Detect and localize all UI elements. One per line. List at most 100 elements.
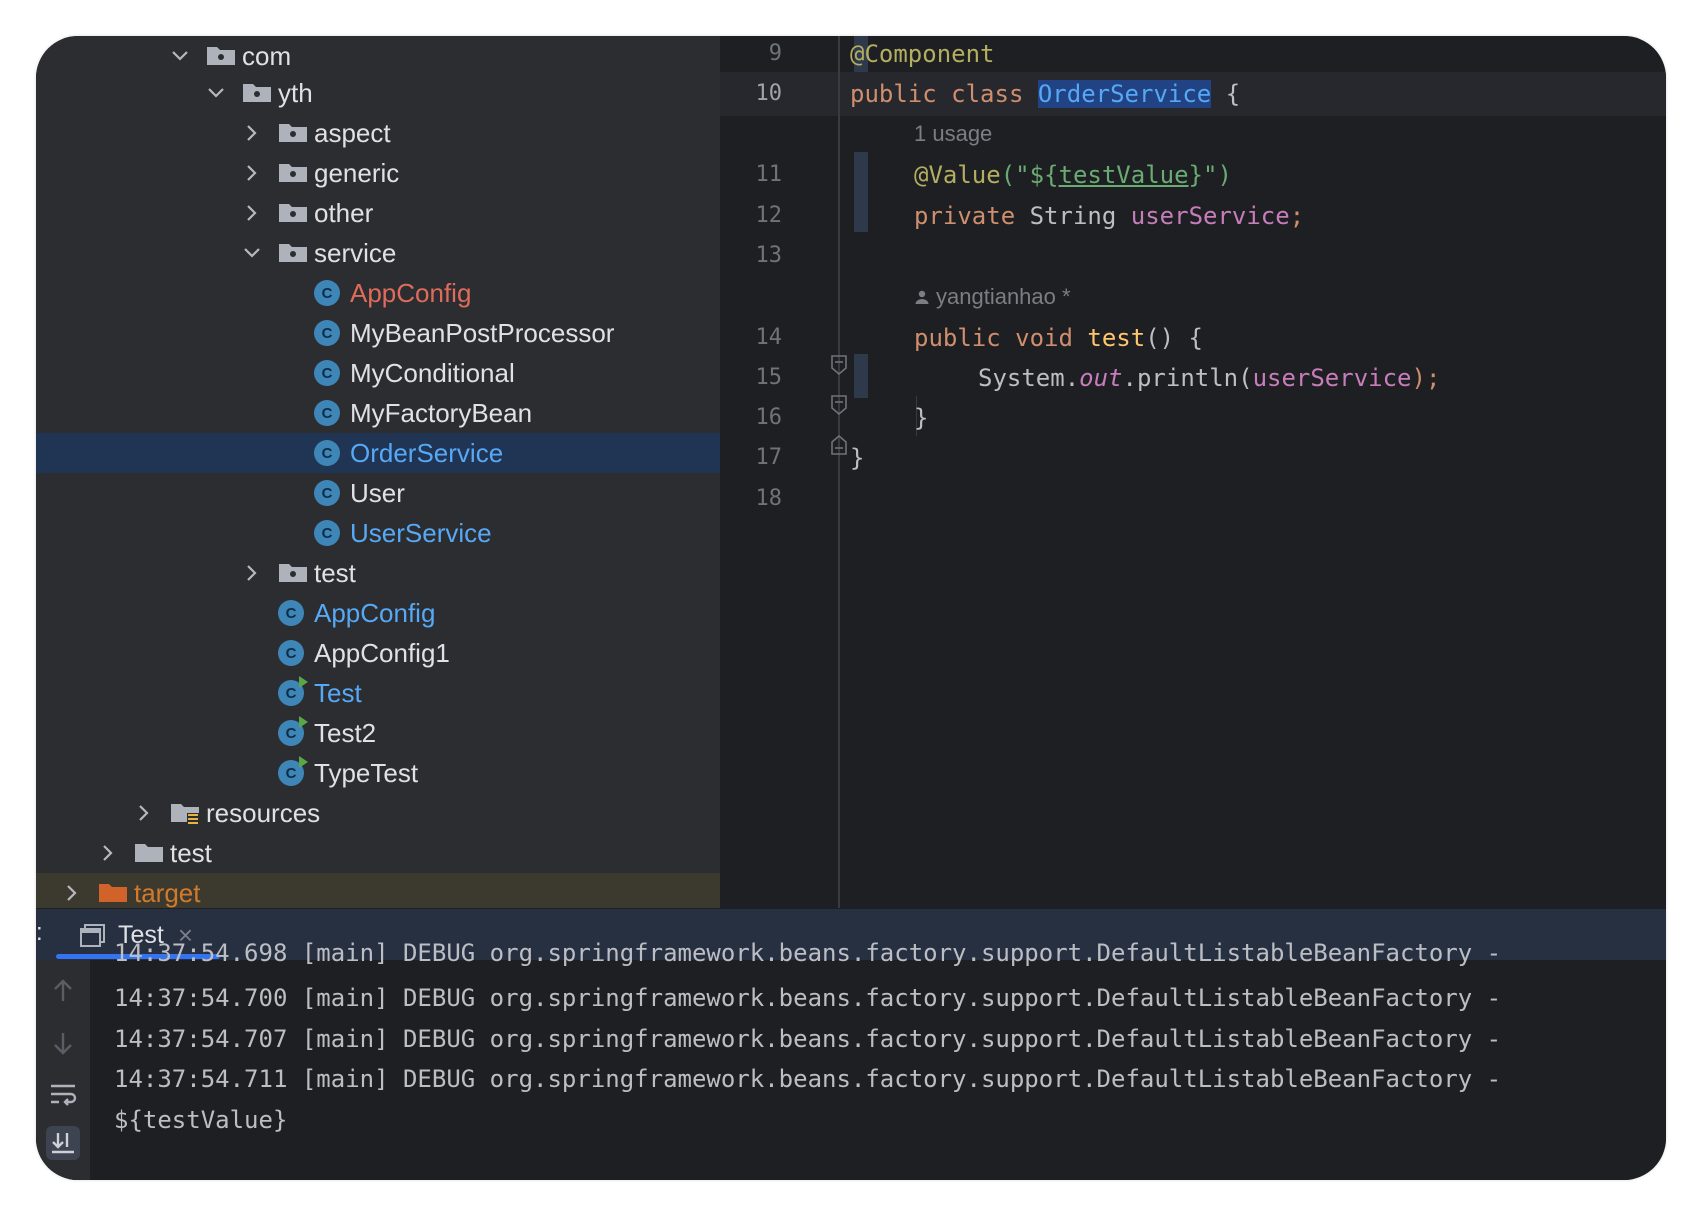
chevron-right-icon[interactable] (242, 163, 262, 183)
field-token: userService (1130, 202, 1290, 230)
chevron-right-icon[interactable] (242, 563, 262, 583)
vcs-change-marker[interactable] (854, 354, 868, 398)
author-name: yangtianhao * (936, 284, 1071, 309)
gutter-divider (838, 36, 840, 908)
package-folder-icon (206, 44, 236, 66)
code-line-16[interactable]: } (914, 396, 928, 440)
tree-item-service[interactable]: service (36, 233, 720, 273)
tree-item-mybeanpostprocessor[interactable]: C MyBeanPostProcessor (36, 313, 720, 353)
tree-item-appconfig1[interactable]: C AppConfig1 (36, 633, 720, 673)
tree-item-appconfig[interactable]: C AppConfig (36, 273, 720, 313)
soft-wrap-icon[interactable] (46, 1078, 80, 1112)
annotation-token: @Component (850, 40, 995, 68)
tree-item-resources[interactable]: resources (36, 793, 720, 833)
tree-item-test2[interactable]: C Test2 (36, 713, 720, 753)
code-line-9[interactable]: @Component (850, 36, 995, 76)
brace-token: } (850, 444, 865, 472)
tree-item-label: generic (314, 158, 400, 188)
chevron-right-icon[interactable] (134, 803, 154, 823)
chevron-down-icon[interactable] (242, 243, 262, 263)
close-token: ); (1411, 364, 1441, 392)
class-icon: C (314, 520, 340, 546)
console-line: ${testValue} (114, 1106, 288, 1134)
package-folder-icon (278, 161, 308, 183)
code-line-11[interactable]: @Value("${testValue}") (914, 153, 1232, 197)
tree-item-label: target (134, 878, 201, 908)
fold-icon[interactable] (830, 354, 848, 381)
runnable-class-icon: C (278, 716, 308, 746)
tree-item-yth[interactable]: yth (36, 73, 720, 113)
run-badge-icon (299, 676, 308, 688)
code-line-14[interactable]: public void test() { (914, 316, 1203, 360)
method-call-token: .println( (1122, 364, 1253, 392)
keyword-token: private (914, 202, 1016, 230)
package-folder-icon (278, 561, 308, 583)
tree-item-generic[interactable]: generic (36, 153, 720, 193)
class-name-token[interactable]: OrderService (1037, 80, 1212, 108)
tree-item-label: MyBeanPostProcessor (350, 318, 615, 348)
code-line-17[interactable]: } (850, 436, 864, 480)
tree-item-userservice[interactable]: C UserService (36, 513, 720, 553)
tree-item-other[interactable]: other (36, 193, 720, 233)
chevron-right-icon[interactable] (242, 203, 262, 223)
arrow-down-icon[interactable] (46, 1026, 80, 1060)
annotation-token: @Value (914, 161, 1001, 189)
runnable-class-icon: C (278, 756, 308, 786)
line-number: 16 (755, 405, 783, 430)
console-window-icon (80, 924, 105, 947)
keyword-token: void (1015, 324, 1073, 352)
console-line: 14:37:54.711 [main] DEBUG org.springfram… (114, 1065, 1502, 1093)
string-token: ("${ (1000, 161, 1059, 189)
scroll-to-end-icon[interactable] (46, 1126, 80, 1160)
tree-item-label: OrderService (350, 438, 504, 468)
chevron-right-icon[interactable] (62, 883, 82, 903)
user-icon (915, 290, 929, 304)
chevron-right-icon[interactable] (242, 123, 262, 143)
tree-item-aspect[interactable]: aspect (36, 113, 720, 153)
fold-end-icon[interactable] (830, 434, 848, 461)
chevron-down-icon[interactable] (206, 83, 226, 103)
tree-item-orderservice[interactable]: C OrderService (36, 433, 720, 473)
tree-item-appconfig-root[interactable]: C AppConfig (36, 593, 720, 633)
tree-item-test-folder[interactable]: test (36, 833, 720, 873)
keyword-token: public (850, 80, 937, 108)
line-number: 13 (755, 243, 783, 268)
console-line: 14:37:54.707 [main] DEBUG org.springfram… (114, 1025, 1502, 1053)
paren-token: () { (1145, 324, 1203, 352)
class-icon: C (314, 480, 340, 506)
chevron-right-icon[interactable] (98, 843, 118, 863)
author-hint[interactable]: yangtianhao * (914, 275, 1071, 319)
tree-item-target[interactable]: target (36, 873, 720, 908)
line-number: 12 (755, 203, 783, 228)
class-icon: C (314, 400, 340, 426)
property-key-token[interactable]: testValue (1059, 161, 1189, 189)
line-number: 17 (755, 445, 783, 470)
tree-item-typetest[interactable]: C TypeTest (36, 753, 720, 793)
code-line-12[interactable]: private String userService; (914, 194, 1304, 238)
vcs-change-marker[interactable] (854, 152, 868, 232)
ide-window: com yth aspect generic other service C A… (36, 36, 1666, 1180)
package-folder-icon (278, 201, 308, 223)
package-folder-icon (242, 81, 272, 103)
type-token: String (1029, 202, 1117, 230)
tree-item-myconditional[interactable]: C MyConditional (36, 353, 720, 393)
fold-icon[interactable] (830, 394, 848, 421)
arrow-up-icon[interactable] (46, 974, 80, 1008)
code-line-15[interactable]: System.out.println(userService); (978, 356, 1440, 400)
tree-item-label: AppConfig1 (314, 638, 450, 668)
chevron-down-icon[interactable] (170, 46, 190, 66)
tree-item-user[interactable]: C User (36, 473, 720, 513)
usages-hint[interactable]: 1 usage (914, 112, 992, 156)
tree-item-com[interactable]: com (36, 36, 720, 76)
code-line-10[interactable]: public class OrderService { (850, 72, 1240, 116)
tree-item-test-package[interactable]: test (36, 553, 720, 593)
line-number: 15 (755, 365, 783, 390)
tree-item-myfactorybean[interactable]: C MyFactoryBean (36, 393, 720, 433)
tree-item-label: MyConditional (350, 358, 515, 388)
class-ref-token: System. (978, 364, 1080, 392)
tree-item-label: Test2 (314, 718, 377, 748)
class-icon: C (314, 360, 340, 386)
tree-item-test-class[interactable]: C Test (36, 673, 720, 713)
tree-item-label: AppConfig (314, 598, 436, 628)
project-tree[interactable]: com yth aspect generic other service C A… (36, 36, 720, 908)
